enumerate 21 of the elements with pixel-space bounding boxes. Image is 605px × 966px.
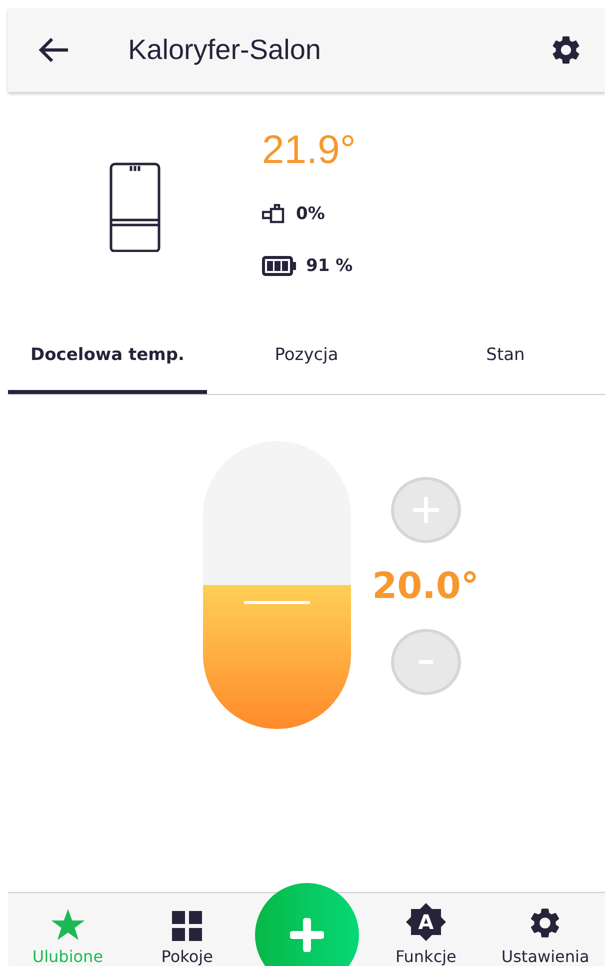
tab[interactable]: Stan	[406, 320, 605, 394]
thermostat-device-icon	[109, 162, 161, 252]
battery-icon	[262, 256, 296, 276]
nav-item[interactable]: Pokoje	[127, 893, 247, 966]
current-temperature: 21.9°	[262, 128, 356, 174]
slider-handle[interactable]	[244, 601, 310, 604]
badge-icon: A	[406, 903, 446, 941]
tab[interactable]: Pozycja	[207, 320, 406, 394]
window-title: Kaloryfer-Salon	[128, 34, 322, 66]
star-icon	[50, 909, 85, 941]
plus-icon	[290, 918, 324, 952]
nav-item[interactable]: Ustawienia	[486, 893, 605, 966]
nav-item[interactable]: A Funkcje	[366, 893, 486, 966]
target-temperature: 20.0°	[372, 564, 479, 608]
back-button[interactable]	[38, 36, 70, 64]
grid-icon	[172, 911, 202, 941]
battery-level: 91 %	[306, 256, 353, 276]
valve-position: 0%	[296, 204, 325, 224]
tab[interactable]: Docelowa temp.	[8, 320, 207, 394]
back-arrow-icon	[38, 36, 70, 64]
valve-icon	[262, 204, 286, 224]
